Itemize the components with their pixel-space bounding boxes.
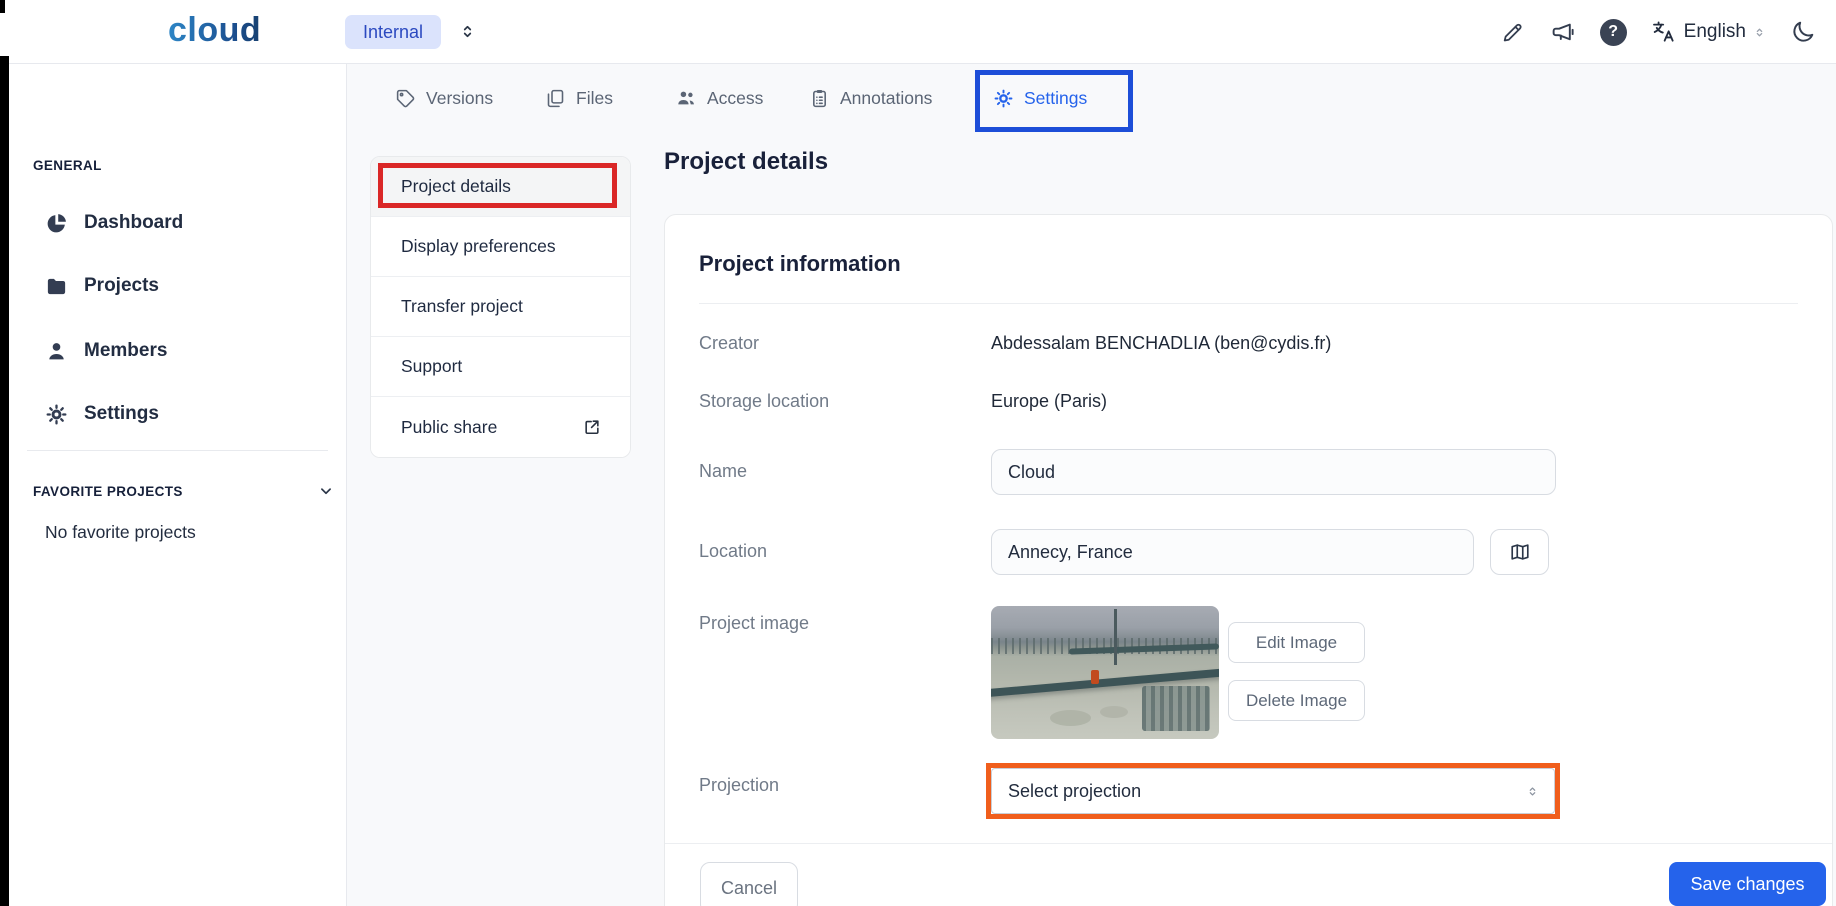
subnav-item-transfer-project[interactable]: Transfer project <box>371 277 630 337</box>
sidebar-item-label: Dashboard <box>84 212 183 234</box>
subnav-item-support[interactable]: Support <box>371 337 630 397</box>
megaphone-icon[interactable] <box>1549 19 1576 46</box>
subnav-item-public-share[interactable]: Public share <box>371 397 630 457</box>
clipboard-icon <box>809 88 830 109</box>
sidebar-item-label: Members <box>84 340 167 362</box>
tab-label: Files <box>576 88 613 109</box>
sidebar-item-dashboard[interactable]: Dashboard <box>9 204 346 242</box>
sidebar-divider <box>27 450 328 451</box>
external-link-icon <box>582 417 602 437</box>
sidebar-item-settings[interactable]: Settings <box>9 395 346 433</box>
subnav-label: Transfer project <box>401 296 523 317</box>
tab-label: Annotations <box>840 88 932 109</box>
help-glyph: ? <box>1608 23 1618 41</box>
language-label: English <box>1684 21 1746 43</box>
pencil-icon[interactable] <box>1500 20 1525 45</box>
subnav-label: Support <box>401 356 462 377</box>
language-selector-icon <box>1753 26 1766 39</box>
creator-value: Abdessalam BENCHADLIA (ben@cydis.fr) <box>991 333 1331 354</box>
annotation-box-orange <box>986 763 1560 819</box>
thumbnail-ground-spot <box>1100 706 1127 718</box>
sidebar-item-members[interactable]: Members <box>9 332 346 370</box>
tab-label: Versions <box>426 88 493 109</box>
app-logo: cloud <box>168 11 261 50</box>
workspace-selector-icon[interactable] <box>458 22 477 41</box>
creator-label: Creator <box>699 333 759 354</box>
header-actions: ? English <box>1500 0 1816 64</box>
tab-versions[interactable]: Versions <box>395 84 493 112</box>
subnav-label: Display preferences <box>401 236 556 257</box>
tab-files[interactable]: Files <box>545 84 613 112</box>
edit-image-button[interactable]: Edit Image <box>1228 622 1365 663</box>
files-icon <box>545 88 566 109</box>
thumbnail-pole <box>1114 609 1117 665</box>
main-content: Versions Files Access Annotations Settin… <box>347 64 1836 906</box>
favorites-empty-text: No favorite projects <box>45 522 196 543</box>
sidebar-item-projects[interactable]: Projects <box>9 267 346 305</box>
name-label: Name <box>699 461 747 482</box>
top-header: cloud Internal ? English <box>0 0 1836 64</box>
cancel-button[interactable]: Cancel <box>700 862 798 906</box>
help-icon[interactable]: ? <box>1600 19 1627 46</box>
annotation-box-red <box>378 163 617 208</box>
language-menu[interactable]: English <box>1651 19 1766 45</box>
sidebar-section-general: GENERAL <box>33 158 102 173</box>
pie-chart-icon <box>45 212 68 235</box>
project-image-thumbnail <box>991 606 1219 739</box>
sidebar: GENERAL Dashboard Projects Members Setti… <box>9 64 347 906</box>
delete-image-button[interactable]: Delete Image <box>1228 680 1365 721</box>
thumbnail-valve <box>1091 670 1099 684</box>
folder-icon <box>45 275 68 298</box>
subnav-label: Public share <box>401 417 497 438</box>
map-button[interactable] <box>1490 529 1549 575</box>
app-root: cloud Internal ? English <box>0 0 1836 906</box>
annotation-box-blue <box>975 70 1133 132</box>
window-edge-corner <box>0 0 5 13</box>
projection-label: Projection <box>699 775 779 796</box>
subnav-item-display-preferences[interactable]: Display preferences <box>371 217 630 277</box>
storage-location-value: Europe (Paris) <box>991 391 1107 412</box>
moon-icon[interactable] <box>1790 19 1816 45</box>
project-image-label: Project image <box>699 613 809 634</box>
tab-label: Access <box>707 88 763 109</box>
map-icon <box>1509 541 1531 563</box>
tag-icon <box>395 88 416 109</box>
window-edge-strip <box>0 56 9 906</box>
page-title: Project details <box>664 148 828 176</box>
tab-annotations[interactable]: Annotations <box>809 84 932 112</box>
section-title: Project information <box>699 251 901 277</box>
project-information-card: Project information Creator Abdessalam B… <box>664 214 1833 906</box>
save-changes-button[interactable]: Save changes <box>1669 862 1826 906</box>
thumbnail-equipment <box>1142 686 1210 731</box>
location-field[interactable] <box>991 529 1474 575</box>
translate-icon <box>1651 19 1677 45</box>
thumbnail-ground-spot <box>1050 710 1091 726</box>
person-icon <box>45 340 68 363</box>
gear-icon <box>45 403 68 426</box>
chevron-down-icon[interactable] <box>317 482 335 500</box>
section-divider <box>699 303 1798 304</box>
tab-access[interactable]: Access <box>675 84 763 112</box>
storage-location-label: Storage location <box>699 391 829 412</box>
workspace-badge[interactable]: Internal <box>345 15 441 49</box>
name-field[interactable] <box>991 449 1556 495</box>
sidebar-item-label: Projects <box>84 275 159 297</box>
sidebar-section-favorites: FAVORITE PROJECTS <box>33 484 183 499</box>
footer-divider <box>665 843 1832 844</box>
location-label: Location <box>699 541 767 562</box>
people-icon <box>675 87 697 109</box>
sidebar-item-label: Settings <box>84 403 159 425</box>
